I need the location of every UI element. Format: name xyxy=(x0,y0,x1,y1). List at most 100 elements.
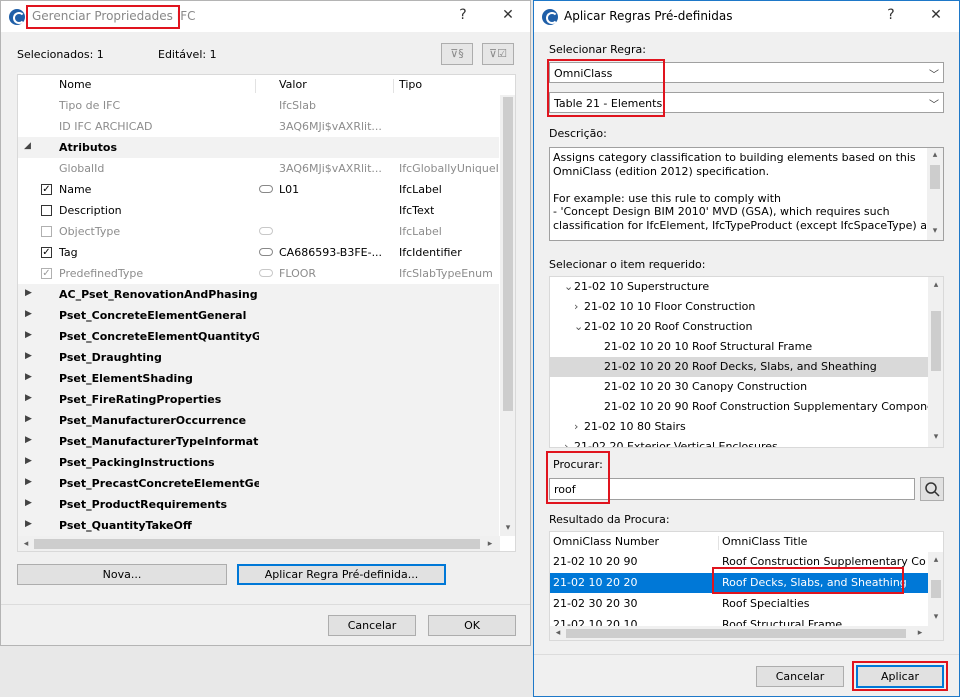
classification-tree[interactable]: ⌄ 21-02 10 Superstructure › 21-02 10 10 Flo… xyxy=(549,276,944,448)
expanded-triangle-icon[interactable]: ◢ xyxy=(24,141,31,151)
table-horizontal-scrollbar[interactable]: ◂ ▸ xyxy=(18,536,500,551)
link-icon[interactable] xyxy=(259,269,273,277)
collapsed-triangle-icon[interactable]: ▶ xyxy=(25,330,32,340)
tree-item[interactable]: 21-02 10 20 10 Roof Structural Frame xyxy=(550,337,928,357)
scroll-left-icon[interactable]: ◂ xyxy=(18,539,34,549)
table-row[interactable]: ✓ PredefinedType FLOOR IfcSlabTypeEnum xyxy=(18,263,499,284)
predefinedtype-checkbox[interactable]: ✓ xyxy=(41,268,52,279)
collapsed-triangle-icon[interactable]: ▶ xyxy=(25,288,32,298)
results-vscrollbar[interactable]: ▴ ▾ xyxy=(928,552,943,626)
row-value[interactable]: L01 xyxy=(279,183,299,196)
collapse-chevron-icon[interactable]: › xyxy=(574,420,578,433)
link-icon[interactable] xyxy=(259,227,273,235)
search-button[interactable] xyxy=(920,477,944,501)
hscroll-thumb[interactable] xyxy=(34,539,480,549)
collapsed-triangle-icon[interactable]: ▶ xyxy=(25,372,32,382)
scroll-up-icon[interactable]: ▴ xyxy=(928,280,943,290)
collapsed-triangle-icon[interactable]: ▶ xyxy=(25,477,32,487)
scroll-down-icon[interactable]: ▾ xyxy=(928,432,943,442)
scroll-thumb[interactable] xyxy=(931,580,941,598)
nova-button[interactable]: Nova... xyxy=(17,564,227,585)
table-vertical-scrollbar[interactable]: ▾ xyxy=(500,95,515,536)
link-icon[interactable] xyxy=(259,248,273,256)
objecttype-checkbox[interactable] xyxy=(41,226,52,237)
scroll-up-icon[interactable]: ▴ xyxy=(928,555,943,565)
tree-item[interactable]: 21-02 10 20 90 Roof Construction Supplem… xyxy=(550,397,943,417)
row-value[interactable]: CA686593-B3FE-... xyxy=(279,246,389,259)
table-row[interactable]: ✓ Tag CA686593-B3FE-... IfcIdentifier xyxy=(18,242,499,263)
tree-item[interactable]: 21-02 10 20 30 Canopy Construction xyxy=(550,377,928,397)
scroll-right-icon[interactable]: ▸ xyxy=(912,628,928,638)
description-scrollbar[interactable]: ▴ ▾ xyxy=(927,148,943,240)
expand-chevron-icon[interactable]: ⌄ xyxy=(574,320,583,333)
help-icon[interactable]: ? xyxy=(881,7,901,23)
results-hscrollbar[interactable]: ◂ ▸ xyxy=(550,626,943,640)
collapse-chevron-icon[interactable]: › xyxy=(564,440,568,447)
col-value[interactable]: Valor xyxy=(279,78,307,91)
attributes-group-row[interactable]: ◢ Atributos xyxy=(18,137,499,158)
tree-scrollbar[interactable]: ▴ ▾ xyxy=(928,277,943,447)
hscroll-thumb[interactable] xyxy=(566,629,906,638)
table-row[interactable]: Description IfcText xyxy=(18,200,499,221)
collapsed-triangle-icon[interactable]: ▶ xyxy=(25,498,32,508)
pset-group-row[interactable]: ▶ Pset_ManufacturerOccurrence xyxy=(18,410,499,431)
tree-item[interactable]: › 21-02 10 80 Stairs xyxy=(550,417,928,437)
collapsed-triangle-icon[interactable]: ▶ xyxy=(25,456,32,466)
collapsed-triangle-icon[interactable]: ▶ xyxy=(25,351,32,361)
pset-group-row[interactable]: ▶ Pset_ConcreteElementGeneral xyxy=(18,305,499,326)
cancel-button[interactable]: Cancelar xyxy=(756,666,844,687)
scroll-right-icon[interactable]: ▸ xyxy=(482,539,498,549)
scroll-thumb[interactable] xyxy=(503,97,513,411)
scroll-up-icon[interactable]: ▴ xyxy=(927,150,943,160)
tree-item[interactable]: ⌄ 21-02 10 20 Roof Construction xyxy=(550,317,928,337)
pset-group-row[interactable]: ▶ Pset_ConcreteElementQuantityGene... xyxy=(18,326,499,347)
pset-group-row[interactable]: ▶ AC_Pset_RenovationAndPhasing xyxy=(18,284,499,305)
filter-paragraph-button[interactable]: ⊽§ xyxy=(441,43,473,65)
name-checkbox[interactable]: ✓ xyxy=(41,184,52,195)
collapsed-triangle-icon[interactable]: ▶ xyxy=(25,414,32,424)
scroll-thumb[interactable] xyxy=(930,165,940,189)
expand-chevron-icon[interactable]: ⌄ xyxy=(564,280,573,293)
collapse-chevron-icon[interactable]: › xyxy=(574,300,578,313)
pset-group-row[interactable]: ▶ Pset_Draughting xyxy=(18,347,499,368)
filter-check-button[interactable]: ⊽☑ xyxy=(482,43,514,65)
pset-group-row[interactable]: ▶ Pset_ManufacturerTypeInformation xyxy=(18,431,499,452)
help-icon[interactable]: ? xyxy=(453,7,473,23)
cancel-button[interactable]: Cancelar xyxy=(328,615,416,636)
collapsed-triangle-icon[interactable]: ▶ xyxy=(25,435,32,445)
col-name[interactable]: Nome xyxy=(59,78,91,91)
apply-highlight xyxy=(852,661,948,691)
collapsed-triangle-icon[interactable]: ▶ xyxy=(25,309,32,319)
col-omniclass-number[interactable]: OmniClass Number xyxy=(553,535,659,548)
col-omniclass-title[interactable]: OmniClass Title xyxy=(722,535,807,548)
pset-group-row[interactable]: ▶ Pset_ElementShading xyxy=(18,368,499,389)
tree-item[interactable]: › 21-02 10 10 Floor Construction xyxy=(550,297,928,317)
tree-item[interactable]: 21-02 10 20 20 Roof Decks, Slabs, and Sh… xyxy=(550,357,928,377)
ok-button[interactable]: OK xyxy=(428,615,516,636)
table-row[interactable]: ✓ Name L01 IfcLabel xyxy=(18,179,499,200)
collapsed-triangle-icon[interactable]: ▶ xyxy=(25,519,32,529)
pset-group-row[interactable]: ▶ Pset_ProductRequirements xyxy=(18,494,499,515)
link-icon[interactable] xyxy=(259,185,273,193)
table-row[interactable]: ObjectType IfcLabel xyxy=(18,221,499,242)
result-row[interactable]: 21-02 30 20 30 Roof Specialties xyxy=(550,594,928,614)
tag-checkbox[interactable]: ✓ xyxy=(41,247,52,258)
scroll-left-icon[interactable]: ◂ xyxy=(550,628,566,638)
scroll-down-icon[interactable]: ▾ xyxy=(500,523,515,533)
apply-predefined-rule-button[interactable]: Aplicar Regra Pré-definida... xyxy=(237,564,446,585)
scroll-down-icon[interactable]: ▾ xyxy=(927,226,943,236)
scroll-down-icon[interactable]: ▾ xyxy=(928,612,943,622)
description-box[interactable]: Assigns category classification to build… xyxy=(549,147,944,241)
pset-group-row[interactable]: ▶ Pset_PackingInstructions xyxy=(18,452,499,473)
close-icon[interactable]: ✕ xyxy=(498,7,518,23)
pset-group-row[interactable]: ▶ Pset_FireRatingProperties xyxy=(18,389,499,410)
description-checkbox[interactable] xyxy=(41,205,52,216)
col-type[interactable]: Tipo xyxy=(399,78,422,91)
close-icon[interactable]: ✕ xyxy=(926,7,946,23)
pset-group-row[interactable]: ▶ Pset_PrecastConcreteElementGeneral xyxy=(18,473,499,494)
tree-item[interactable]: › 21-02 20 Exterior Vertical Enclosures xyxy=(550,437,928,447)
collapsed-triangle-icon[interactable]: ▶ xyxy=(25,393,32,403)
scroll-thumb[interactable] xyxy=(931,311,941,371)
tree-item[interactable]: ⌄ 21-02 10 Superstructure xyxy=(550,277,928,297)
pset-group-row[interactable]: ▶ Pset_QuantityTakeOff xyxy=(18,515,499,536)
